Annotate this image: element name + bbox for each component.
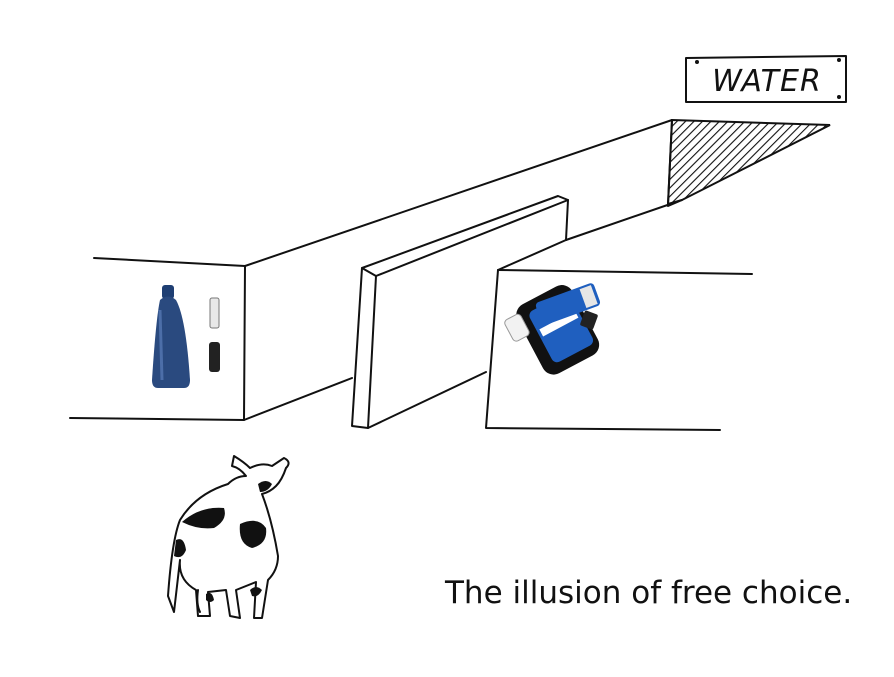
cartoon-canvas: WATER The illusion of free choice.	[0, 0, 894, 677]
caption: The illusion of free choice.	[445, 575, 853, 611]
water-bottle-icon	[152, 285, 190, 388]
squeeze-filter-icon	[504, 283, 601, 375]
sign-label: WATER	[712, 64, 822, 99]
cow-icon	[167, 455, 290, 619]
filter-stick-icon	[209, 297, 220, 372]
water-corridor-opening	[666, 118, 831, 206]
